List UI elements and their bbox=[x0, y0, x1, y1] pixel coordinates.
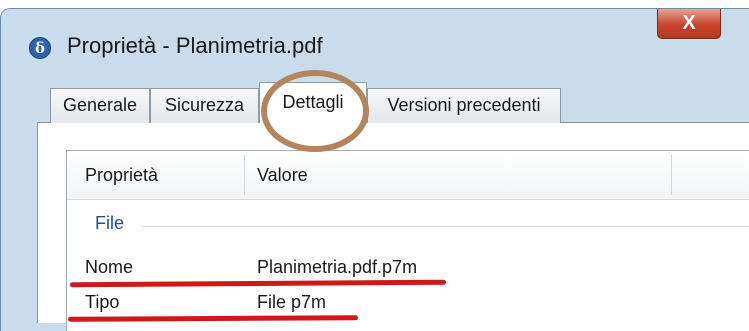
properties-list[interactable]: Proprietà Valore File Nome Planimetria.p… bbox=[66, 150, 749, 331]
row-property-tipo: Tipo bbox=[85, 292, 120, 312]
column-separator[interactable] bbox=[671, 155, 672, 195]
tab-generale[interactable]: Generale bbox=[50, 88, 150, 123]
window-title: Proprietà - Planimetria.pdf bbox=[67, 33, 323, 58]
list-header: Proprietà Valore bbox=[67, 151, 749, 200]
tab-sicurezza[interactable]: Sicurezza bbox=[150, 88, 259, 123]
app-logo-icon: δ bbox=[29, 37, 51, 59]
title-bar[interactable]: δ Proprietà - Planimetria.pdf bbox=[1, 9, 749, 79]
column-header-value[interactable]: Valore bbox=[257, 151, 308, 199]
close-button[interactable]: X bbox=[657, 9, 721, 39]
tab-versioni-precedenti[interactable]: Versioni precedenti bbox=[367, 88, 561, 123]
row-value-tipo: File p7m bbox=[257, 292, 327, 312]
group-divider bbox=[142, 226, 749, 227]
tab-dettagli[interactable]: Dettagli bbox=[259, 82, 367, 123]
group-label-file: File bbox=[95, 213, 125, 233]
row-value-nome: Planimetria.pdf.p7m bbox=[257, 257, 418, 277]
column-separator[interactable] bbox=[244, 155, 245, 195]
column-header-property[interactable]: Proprietà bbox=[85, 151, 158, 199]
row-property-nome: Nome bbox=[85, 257, 134, 277]
